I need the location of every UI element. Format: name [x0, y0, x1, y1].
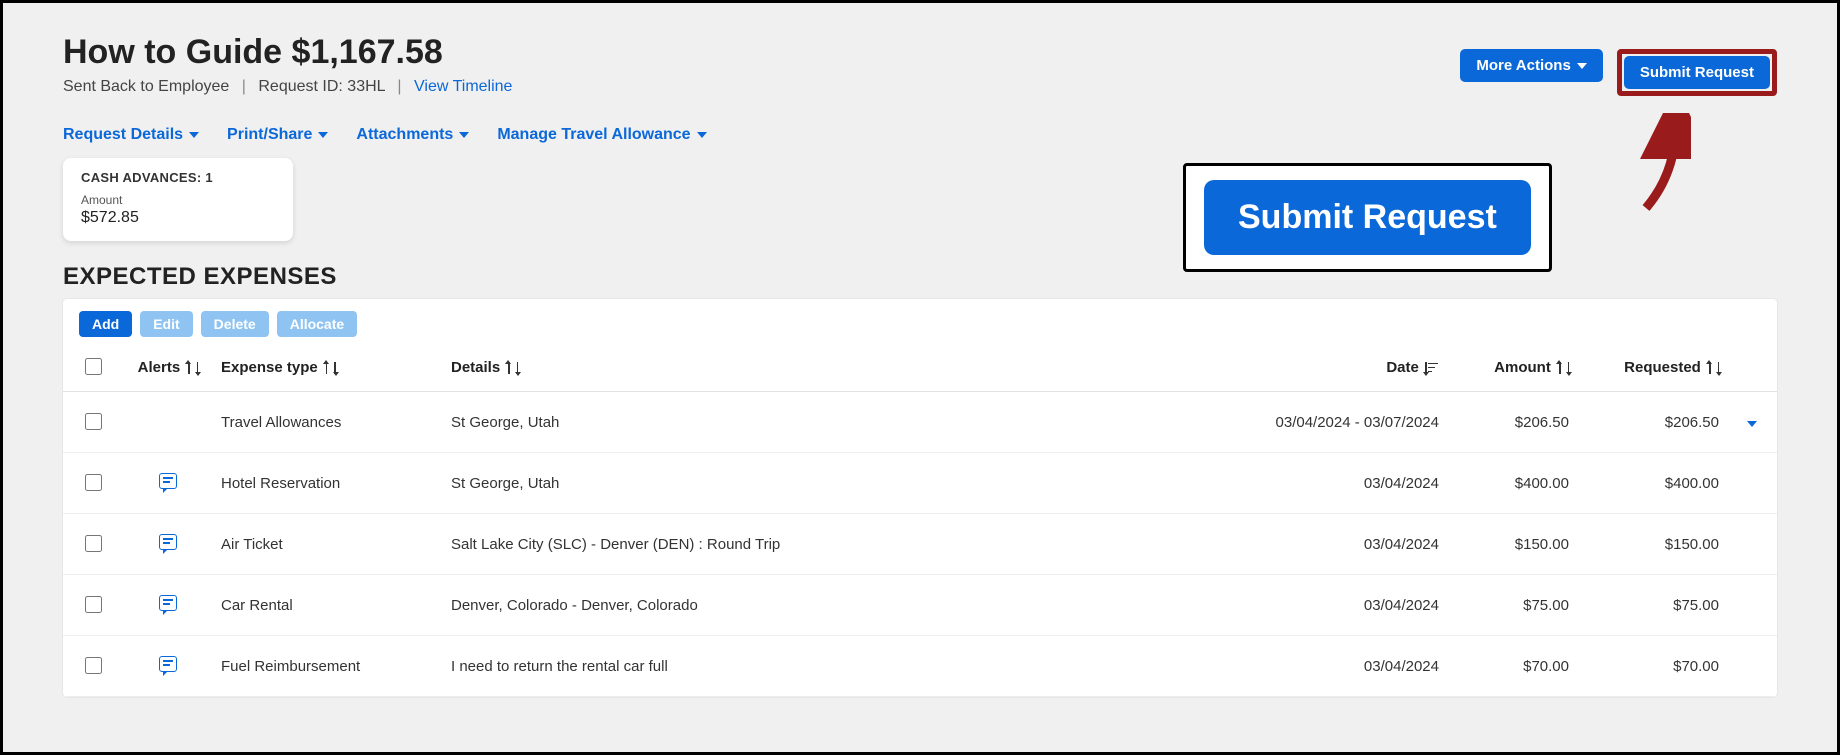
amount-cell: $70.00	[1447, 636, 1577, 697]
column-alerts[interactable]: Alerts	[123, 345, 213, 392]
column-expand	[1727, 345, 1777, 392]
sort-icon	[1425, 362, 1439, 374]
cash-advances-amount-value: $572.85	[81, 209, 275, 227]
details-cell: Salt Lake City (SLC) - Denver (DEN) : Ro…	[443, 514, 1227, 575]
status-text: Sent Back to Employee	[63, 78, 229, 95]
cash-advances-card[interactable]: CASH ADVANCES: 1 Amount $572.85	[63, 158, 293, 241]
comment-icon[interactable]	[159, 656, 177, 672]
callout-submit-request-button: Submit Request	[1204, 180, 1531, 255]
requested-cell: $150.00	[1577, 514, 1727, 575]
table-row[interactable]: Travel AllowancesSt George, Utah03/04/20…	[63, 392, 1777, 453]
column-amount-label: Amount	[1494, 359, 1551, 376]
table-row[interactable]: Fuel ReimbursementI need to return the r…	[63, 636, 1777, 697]
attachments-label: Attachments	[356, 126, 453, 144]
expenses-table: Alerts Expense type Details Date	[63, 345, 1777, 697]
submit-request-button[interactable]: Submit Request	[1624, 56, 1770, 89]
column-amount[interactable]: Amount	[1447, 345, 1577, 392]
column-checkbox	[63, 345, 123, 392]
amount-cell: $150.00	[1447, 514, 1577, 575]
submit-request-label: Submit Request	[1640, 64, 1754, 81]
cash-advances-title: CASH ADVANCES: 1	[81, 170, 275, 185]
column-requested-label: Requested	[1624, 359, 1701, 376]
column-date[interactable]: Date	[1227, 345, 1447, 392]
expense-type-cell: Travel Allowances	[213, 392, 443, 453]
comment-icon[interactable]	[159, 473, 177, 489]
table-row[interactable]: Hotel ReservationSt George, Utah03/04/20…	[63, 453, 1777, 514]
chevron-down-icon	[189, 132, 199, 138]
row-checkbox[interactable]	[85, 657, 102, 674]
chevron-down-icon	[318, 132, 328, 138]
separator: |	[242, 78, 246, 95]
delete-button[interactable]: Delete	[201, 311, 269, 337]
date-cell: 03/04/2024 - 03/07/2024	[1227, 392, 1447, 453]
manage-travel-allowance-label: Manage Travel Allowance	[497, 126, 690, 144]
chevron-down-icon	[459, 132, 469, 138]
request-details-link[interactable]: Request Details	[63, 126, 199, 144]
select-all-checkbox[interactable]	[85, 358, 102, 375]
callout-submit-request: Submit Request	[1183, 163, 1552, 272]
expenses-table-panel: Add Edit Delete Allocate Alerts Expense …	[63, 299, 1777, 697]
amount-cell: $75.00	[1447, 575, 1577, 636]
amount-cell: $206.50	[1447, 392, 1577, 453]
row-checkbox[interactable]	[85, 535, 102, 552]
column-details[interactable]: Details	[443, 345, 1227, 392]
chevron-down-icon	[1747, 421, 1757, 427]
allocate-button[interactable]: Allocate	[277, 311, 357, 337]
sort-icon	[186, 361, 198, 375]
expand-row-button[interactable]	[1747, 414, 1757, 431]
column-date-label: Date	[1386, 359, 1419, 376]
details-cell: St George, Utah	[443, 392, 1227, 453]
requested-cell: $70.00	[1577, 636, 1727, 697]
column-details-label: Details	[451, 359, 500, 376]
expense-type-cell: Air Ticket	[213, 514, 443, 575]
request-id-label: Request ID: 33HL	[258, 78, 385, 95]
details-cell: Denver, Colorado - Denver, Colorado	[443, 575, 1227, 636]
expense-type-cell: Fuel Reimbursement	[213, 636, 443, 697]
sort-icon	[1707, 361, 1719, 375]
row-checkbox[interactable]	[85, 413, 102, 430]
more-actions-button[interactable]: More Actions	[1460, 49, 1602, 82]
amount-cell: $400.00	[1447, 453, 1577, 514]
table-row[interactable]: Car RentalDenver, Colorado - Denver, Col…	[63, 575, 1777, 636]
details-cell: I need to return the rental car full	[443, 636, 1227, 697]
request-details-label: Request Details	[63, 126, 183, 144]
column-expense-type[interactable]: Expense type	[213, 345, 443, 392]
date-cell: 03/04/2024	[1227, 636, 1447, 697]
date-cell: 03/04/2024	[1227, 514, 1447, 575]
requested-cell: $206.50	[1577, 392, 1727, 453]
column-requested[interactable]: Requested	[1577, 345, 1727, 392]
more-actions-label: More Actions	[1476, 57, 1570, 74]
comment-icon[interactable]	[159, 534, 177, 550]
print-share-link[interactable]: Print/Share	[227, 126, 328, 144]
edit-button[interactable]: Edit	[140, 311, 192, 337]
manage-travel-allowance-link[interactable]: Manage Travel Allowance	[497, 126, 706, 144]
column-expense-type-label: Expense type	[221, 359, 318, 376]
print-share-label: Print/Share	[227, 126, 312, 144]
attachments-link[interactable]: Attachments	[356, 126, 469, 144]
view-timeline-link[interactable]: View Timeline	[414, 78, 512, 95]
table-row[interactable]: Air TicketSalt Lake City (SLC) - Denver …	[63, 514, 1777, 575]
page-title: How to Guide $1,167.58	[63, 33, 512, 72]
chevron-down-icon	[1577, 63, 1587, 69]
cash-advances-amount-label: Amount	[81, 193, 275, 207]
row-checkbox[interactable]	[85, 596, 102, 613]
date-cell: 03/04/2024	[1227, 453, 1447, 514]
row-checkbox[interactable]	[85, 474, 102, 491]
requested-cell: $75.00	[1577, 575, 1727, 636]
sort-icon	[324, 361, 336, 375]
comment-icon[interactable]	[159, 595, 177, 611]
sort-icon	[506, 361, 518, 375]
submit-request-highlight: Submit Request	[1617, 49, 1777, 96]
sort-icon	[1557, 361, 1569, 375]
requested-cell: $400.00	[1577, 453, 1727, 514]
expense-type-cell: Car Rental	[213, 575, 443, 636]
date-cell: 03/04/2024	[1227, 575, 1447, 636]
chevron-down-icon	[697, 132, 707, 138]
add-button[interactable]: Add	[79, 311, 132, 337]
details-cell: St George, Utah	[443, 453, 1227, 514]
separator: |	[397, 78, 401, 95]
expense-type-cell: Hotel Reservation	[213, 453, 443, 514]
column-alerts-label: Alerts	[138, 359, 181, 376]
